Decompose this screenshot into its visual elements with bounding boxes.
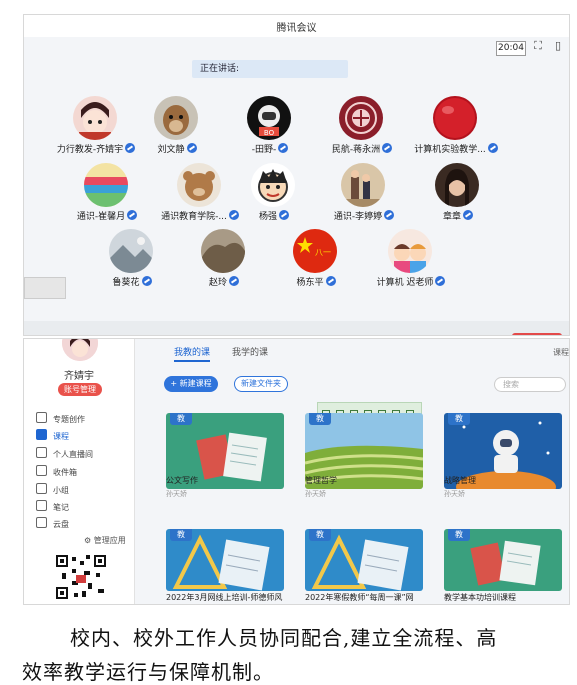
course-title[interactable]: 战略管理 [444,475,569,486]
meeting-clock: 20:04 [496,41,526,56]
new-course-button[interactable]: + 新建课程 [164,376,218,392]
book-icon [36,412,47,423]
verified-icon [435,276,446,286]
meeting-titlebar: 腾讯会议 [24,15,569,37]
course-card[interactable]: 教 [166,529,284,591]
course-title[interactable]: 公文写作 [166,475,296,486]
meeting-window: 腾讯会议 20:04 ⛶ ▯ 正在讲话: 力行教发-齐婧宇 刘文静 BO -田野… [23,14,570,336]
live-icon [36,447,47,458]
group-icon [36,483,47,494]
qr-code-image [54,553,108,601]
course-tabs: 我教的课 我学的课 [174,345,290,362]
participant-name: 计算机实验教学... [396,142,516,155]
manage-apps-link[interactable]: ⚙ 管理应用 [84,535,126,546]
note-icon [36,500,47,511]
svg-text:BO: BO [264,129,275,137]
sidebar-item-notes[interactable]: 笔记 [36,500,69,514]
course-teacher: 孙天娇 [166,490,187,498]
course-title[interactable]: 管理哲学 [305,475,435,486]
course-teacher: 孙天娇 [444,490,465,498]
meeting-bottom-bar [24,321,569,335]
course-platform-window: 齐婧宇 账号管理 专题创作 课程 个人直播间 收件箱 小组 笔记 云盘 ⚙ 管理… [23,338,570,605]
layout-icon[interactable]: ▯ [552,40,564,52]
participant-tile[interactable]: 计算机 迟老师 [361,229,461,291]
search-input[interactable]: 搜索 [494,377,566,392]
participant-tile[interactable]: 计算机实验教学... [406,96,506,158]
course-card[interactable]: 教 [305,529,423,591]
tab-learning[interactable]: 我学的课 [232,348,268,358]
rock-avatar [201,229,245,273]
sidebar-item-live[interactable]: 个人直播间 [36,447,93,461]
new-folder-button[interactable]: 新建文件夹 [234,376,288,392]
kids-cartoon-avatar [388,229,432,273]
china-flag-avatar: 八一 [293,229,337,273]
verified-icon [127,210,138,220]
colorful-drawing-avatar [84,163,128,207]
dog-avatar [154,96,198,140]
teacher-badge: 教 [448,413,470,425]
cartoon-boy-avatar [251,163,295,207]
teacher-badge: 教 [170,529,192,541]
sidebar-item-cloud[interactable]: 云盘 [36,517,69,531]
fullscreen-icon[interactable]: ⛶ [532,40,544,52]
speaking-indicator: 正在讲话: [192,60,348,78]
sidebar-item-topic[interactable]: 专题创作 [36,412,85,426]
verified-icon [278,143,289,153]
caption-line-2: 效率教学运行与保障机制。 [22,660,274,684]
verified-icon [325,276,336,286]
sidebar-item-group[interactable]: 小组 [36,483,69,497]
cloud-icon [36,517,47,528]
course-title[interactable]: 教学基本功培训课程 [444,592,569,603]
verified-icon [487,143,498,153]
emblem-avatar [339,96,383,140]
tab-teaching[interactable]: 我教的课 [174,348,211,362]
caption-line-1: 校内、校外工作人员协同配合,建立全流程、高 [70,626,498,650]
meeting-title: 腾讯会议 [276,23,317,34]
sidebar-item-inbox[interactable]: 收件箱 [36,465,77,479]
side-panel-button[interactable] [24,277,66,299]
course-title[interactable]: 2022年寒假教师“每周一课”网 [305,592,435,603]
course-icon [36,429,47,440]
red-ball-avatar [433,96,477,140]
verified-icon [382,143,393,153]
account-manage-button[interactable]: 账号管理 [58,383,102,396]
teacher-badge: 教 [170,413,192,425]
sidebar-item-course[interactable]: 课程 [36,429,69,443]
participant-name: 计算机 迟老师 [351,275,471,288]
verified-icon [463,210,473,220]
user-name: 齐婧宇 [64,371,94,382]
verified-icon [384,210,395,220]
course-card[interactable]: 教 [444,529,562,591]
settings-icon: ⚙ [84,536,94,545]
course-title[interactable]: 2022年3月网线上培训-师德师风 [166,592,296,603]
svg-text:八一: 八一 [315,248,331,257]
cartoon-girl-avatar [73,96,117,140]
woman-photo-avatar [435,163,479,207]
participant-name: 章章 [398,209,518,222]
teacher-badge: 教 [309,529,331,541]
family-photo-avatar [341,163,385,207]
course-teacher: 孙天娇 [305,490,326,498]
verified-icon [186,143,197,153]
astronaut-avatar: BO [247,96,291,140]
landscape-avatar [109,229,153,273]
sidebar: 齐婧宇 账号管理 专题创作 课程 个人直播间 收件箱 小组 笔记 云盘 ⚙ 管理… [24,339,135,604]
inbox-icon [36,465,47,476]
header-right-label[interactable]: 课程 [553,347,569,358]
verified-icon [141,276,152,286]
teddy-bear-avatar [177,163,221,207]
teacher-badge: 教 [448,529,470,541]
user-avatar[interactable] [62,339,98,361]
participant-tile[interactable]: 章章 [408,163,508,225]
leave-meeting-button[interactable] [512,333,562,335]
verified-icon [279,210,289,220]
teacher-badge: 教 [309,413,331,425]
verified-icon [229,276,239,286]
